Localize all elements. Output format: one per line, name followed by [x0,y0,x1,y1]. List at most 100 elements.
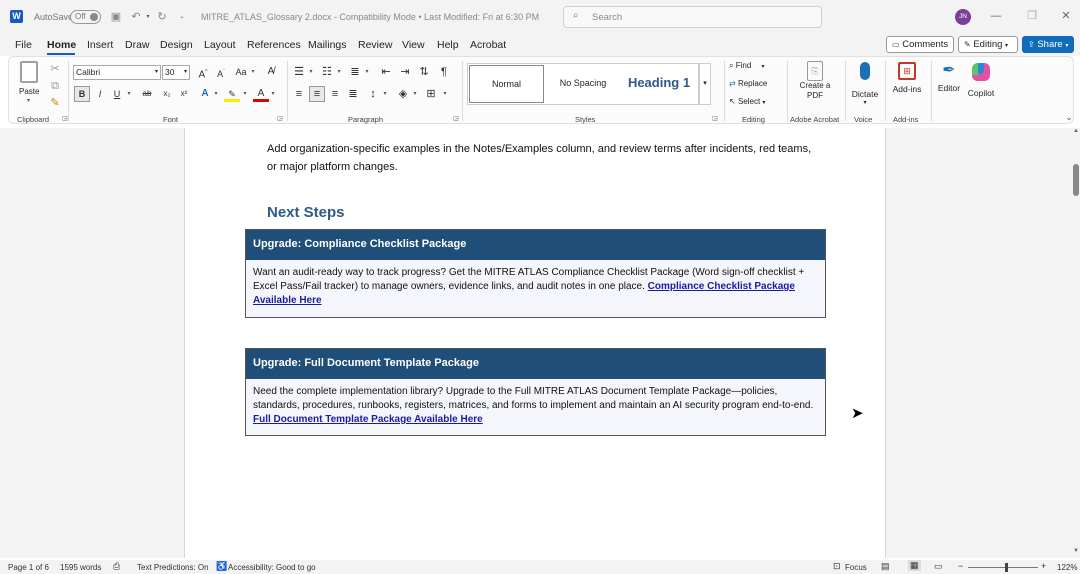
separator [885,61,886,121]
styles-more-button[interactable]: ▾ [699,63,711,105]
borders-dropdown-icon[interactable]: ▾ [437,86,453,102]
align-center-icon[interactable]: ≡ [309,86,325,102]
copy-icon[interactable]: ⧉ [47,78,63,94]
paste-button[interactable]: Paste ▾ [17,61,43,104]
shrink-font-icon[interactable]: Aˇ [213,64,229,80]
share-button[interactable]: ⇪ Share ▾ [1022,36,1074,53]
zoom-slider[interactable] [968,563,1038,572]
save-icon[interactable]: ▣ [108,9,124,25]
select-icon: ↖ [729,97,736,106]
bold-icon[interactable]: B [74,86,90,102]
clipboard-launcher-icon[interactable]: ◲ [57,111,73,127]
print-layout-icon[interactable]: ▦ [908,560,921,571]
select-button[interactable]: ↖ Select ▾ [729,97,765,111]
show-formatting-icon[interactable]: ¶ [436,64,452,80]
font-launcher-icon[interactable]: ◲ [272,111,288,127]
shading-dropdown-icon[interactable]: ▾ [407,86,423,102]
redo-icon[interactable]: ↻ [154,9,170,25]
document-page[interactable]: Add organization-specific examples in th… [184,128,886,558]
qat-more-icon[interactable]: ⌄ [174,9,190,25]
style-heading-1[interactable]: Heading 1 [620,65,698,103]
tab-references[interactable]: References [247,39,301,51]
strikethrough-icon[interactable]: ab [139,86,155,102]
tab-draw[interactable]: Draw [125,39,150,51]
avatar[interactable]: JN [955,9,971,25]
editing-mode-button[interactable]: ✎ Editing ▾ [958,36,1018,53]
scrollbar-thumb[interactable] [1073,164,1079,196]
ribbon-collapse-icon[interactable]: ⌄ [1061,109,1077,125]
multilevel-dropdown-icon[interactable]: ▾ [359,64,375,80]
addins-button[interactable]: ⊞ Add-ins [889,61,925,109]
text-effects-dropdown-icon[interactable]: ▾ [208,86,224,102]
focus-button[interactable]: Focus [845,563,867,572]
search-placeholder: Search [592,12,623,23]
word-count[interactable]: 1595 words [60,563,101,572]
tab-home[interactable]: Home [47,39,76,51]
italic-icon[interactable]: I [92,86,108,102]
underline-dropdown-icon[interactable]: ▾ [121,86,137,102]
style-normal[interactable]: Normal [469,65,544,103]
minimize-icon[interactable]: — [988,8,1004,24]
clear-formatting-icon[interactable]: A̸ [263,64,279,80]
align-right-icon[interactable]: ≡ [327,86,343,102]
tab-mailings[interactable]: Mailings [308,39,347,51]
find-button[interactable]: ⌕ Find ▾ [729,61,765,75]
sort-icon[interactable]: ⇅ [416,64,432,80]
tab-layout[interactable]: Layout [204,39,236,51]
zoom-level[interactable]: 122% [1057,563,1077,572]
editor-button[interactable]: ✒ Editor [935,61,963,109]
grow-font-icon[interactable]: A^ [195,64,211,80]
font-name-select[interactable]: Calibri ▾ [73,65,161,80]
zoom-slider-thumb[interactable] [1005,563,1008,572]
increase-indent-icon[interactable]: ⇥ [397,64,413,80]
font-color-dropdown-icon[interactable]: ▾ [265,86,281,102]
line-spacing-dropdown-icon[interactable]: ▾ [377,86,393,102]
ribbon: Paste ▾ ✂ ⧉ ✎ Clipboard ◲ Calibri ▾ 30 ▾… [8,56,1074,124]
highlight-dropdown-icon[interactable]: ▾ [237,86,253,102]
justify-icon[interactable]: ≣ [345,86,361,102]
change-case-dropdown-icon[interactable]: ▾ [245,64,261,80]
decrease-indent-icon[interactable]: ⇤ [378,64,394,80]
scroll-up-icon[interactable]: ▲ [1073,128,1079,134]
tab-design[interactable]: Design [160,39,193,51]
cut-icon[interactable]: ✂ [47,61,63,77]
tab-review[interactable]: Review [358,39,392,51]
search-box[interactable]: ⌕ Search [563,6,822,28]
close-icon[interactable]: ✕ [1058,8,1074,24]
web-layout-icon[interactable]: ▭ [934,561,943,572]
vertical-scrollbar[interactable]: ▲ ▼ [1072,128,1080,558]
tab-view[interactable]: View [402,39,425,51]
subscript-icon[interactable]: x₂ [159,86,175,102]
numbering-dropdown-icon[interactable]: ▾ [331,64,347,80]
page-count[interactable]: Page 1 of 6 [8,563,49,572]
status-bar: Page 1 of 6 1595 words ⎙ Text Prediction… [0,560,1080,574]
replace-button[interactable]: ⇄ Replace [729,79,767,93]
restore-icon[interactable]: ❐ [1024,8,1040,24]
replace-label: Replace [737,79,768,88]
zoom-in-icon[interactable]: + [1041,561,1046,571]
style-no-spacing[interactable]: No Spacing [548,65,618,103]
font-size-select[interactable]: 30 ▾ [162,65,190,80]
tab-file[interactable]: File [15,39,32,51]
dictate-button[interactable]: Dictate ▾ [849,60,881,108]
styles-launcher-icon[interactable]: ◲ [707,111,723,127]
tab-help[interactable]: Help [437,39,459,51]
comments-button[interactable]: ▭ Comments [886,36,954,53]
tab-insert[interactable]: Insert [87,39,113,51]
scroll-down-icon[interactable]: ▼ [1073,548,1079,554]
copilot-button[interactable]: Copilot [967,61,995,109]
align-left-icon[interactable]: ≡ [291,86,307,102]
template-package-link[interactable]: Full Document Template Package Available… [253,414,483,425]
proofing-icon[interactable]: ⎙ [113,561,120,572]
zoom-out-icon[interactable]: − [958,561,963,571]
superscript-icon[interactable]: x² [176,86,192,102]
read-mode-icon[interactable]: ▤ [881,561,890,572]
accessibility-status[interactable]: Accessibility: Good to go [228,563,316,572]
tab-acrobat[interactable]: Acrobat [470,39,506,51]
create-pdf-button[interactable]: ⎘ Create a PDF [799,61,831,109]
separator [845,61,846,121]
format-painter-icon[interactable]: ✎ [47,95,63,111]
autosave-toggle[interactable]: Off [70,10,101,24]
bullets-dropdown-icon[interactable]: ▾ [303,64,319,80]
text-predictions[interactable]: Text Predictions: On [137,563,209,572]
